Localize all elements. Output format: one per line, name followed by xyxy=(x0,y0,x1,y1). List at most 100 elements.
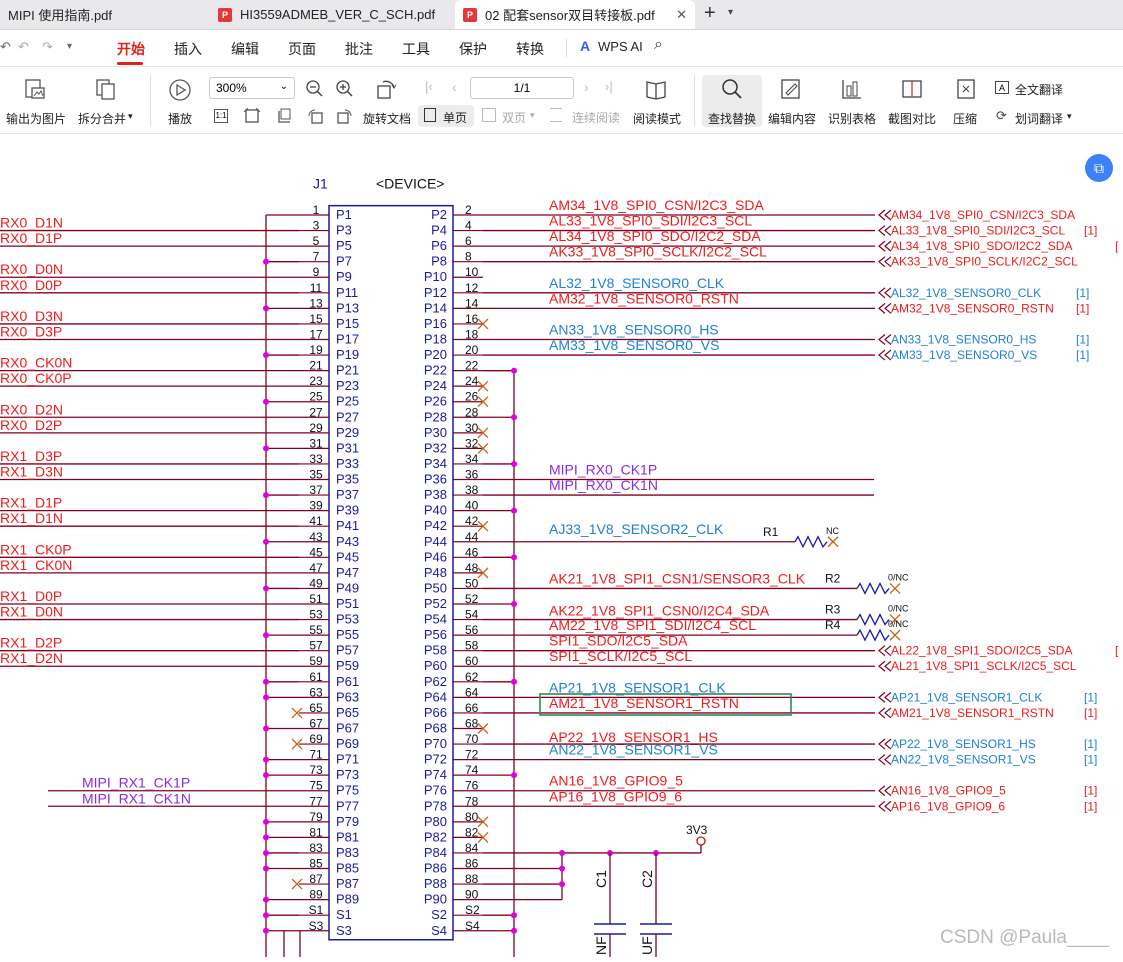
net-label-left: RX1_D0P xyxy=(0,588,62,604)
menu-edit[interactable]: 编辑 xyxy=(231,39,259,59)
pin-name-right: P76 xyxy=(424,783,447,798)
close-icon[interactable]: ✕ xyxy=(676,7,687,23)
single-page-button[interactable]: 单页 xyxy=(443,109,467,126)
pin-name-right: P38 xyxy=(424,487,447,502)
undo-icon[interactable]: ↶ xyxy=(0,39,11,55)
full-translate-button[interactable]: 全文翻译 xyxy=(1015,81,1063,98)
pin-name-right: P42 xyxy=(424,518,447,533)
tab-mipi-guide[interactable]: MIPI 使用指南.pdf xyxy=(0,0,205,29)
pin-number-right: 64 xyxy=(465,685,479,699)
chevron-down-icon[interactable]: ▾ xyxy=(128,111,133,122)
menu-tools[interactable]: 工具 xyxy=(402,39,430,59)
pin-name-left: P35 xyxy=(336,472,359,487)
pin-number-left: 51 xyxy=(309,592,323,606)
float-tool-icon[interactable]: ⧉ xyxy=(1085,154,1113,182)
pdf-icon: P xyxy=(463,7,477,22)
menu-convert[interactable]: 转换 xyxy=(516,39,544,59)
play-icon[interactable] xyxy=(168,78,192,102)
actual-size-icon[interactable]: 1:1 xyxy=(214,109,228,123)
menu-start[interactable]: 开始 xyxy=(117,39,145,59)
recognize-table-icon[interactable] xyxy=(841,78,863,100)
offpage-connector-icon xyxy=(878,707,892,719)
zoom-in-icon[interactable] xyxy=(335,79,353,97)
screenshot-compare-button[interactable]: 截图对比 xyxy=(888,110,936,127)
export-image-icon[interactable] xyxy=(24,78,46,100)
export-image-button[interactable]: 输出为图片 xyxy=(6,110,66,127)
find-icon[interactable] xyxy=(721,78,743,100)
tab-sensor-board[interactable]: P 02 配套sensor双目转接板.pdf ✕ xyxy=(455,0,695,29)
menu-wps-ai[interactable]: WPS AI xyxy=(598,39,643,54)
chevron-down-icon[interactable]: ▾ xyxy=(67,41,72,52)
word-translate-button[interactable]: 划词翻译 xyxy=(1015,110,1063,127)
rotate-right-icon[interactable] xyxy=(337,108,353,124)
undo-disabled-icon[interactable]: ↶ xyxy=(18,39,29,55)
new-tab-icon[interactable]: + xyxy=(704,2,716,25)
zoom-select[interactable]: 300% ⌄ xyxy=(209,77,295,99)
pin-name-right: P70 xyxy=(424,736,447,751)
pin-number-left: 47 xyxy=(309,561,323,575)
junction-dot xyxy=(263,725,269,732)
junction-dot xyxy=(263,756,269,763)
find-replace-button[interactable]: 查找替换 xyxy=(708,110,756,127)
menu-page[interactable]: 页面 xyxy=(288,39,316,59)
play-button[interactable]: 播放 xyxy=(168,110,192,127)
pin-number-right: 50 xyxy=(465,576,479,590)
pin-name-right: P84 xyxy=(424,845,447,860)
power-port-icon xyxy=(696,836,706,846)
search-icon[interactable]: ⌕ xyxy=(654,36,663,54)
page-number-input[interactable]: 1/1 xyxy=(470,77,574,99)
pin-number-left: 13 xyxy=(309,296,323,310)
rotate-button[interactable]: 旋转文档 xyxy=(363,110,411,127)
screenshot-compare-icon[interactable] xyxy=(901,78,923,100)
pin-number-right: 70 xyxy=(465,732,479,746)
pin-name-right: P20 xyxy=(424,347,447,362)
compress-icon[interactable] xyxy=(955,78,977,100)
recognize-table-button[interactable]: 识别表格 xyxy=(828,110,876,127)
edit-content-icon[interactable] xyxy=(780,78,802,100)
rotate-icon[interactable] xyxy=(375,78,397,100)
fit-width-icon[interactable] xyxy=(276,108,292,124)
pin-number-left: 33 xyxy=(309,452,323,466)
junction-dot xyxy=(263,772,269,779)
compress-button[interactable]: 压缩 xyxy=(953,110,977,127)
tab-hi3559-sch[interactable]: P HI3559ADMEB_VER_C_SCH.pdf xyxy=(210,0,450,29)
menu-protect[interactable]: 保护 xyxy=(459,39,487,59)
offpage-label: AN22_1V8_SENSOR1_VS xyxy=(891,753,1036,767)
pin-name-right: P80 xyxy=(424,814,447,829)
pin-number-left: 19 xyxy=(309,343,323,357)
edit-content-button[interactable]: 编辑内容 xyxy=(768,110,816,127)
pin-name-left: P23 xyxy=(336,378,359,393)
pin-name-right: P60 xyxy=(424,658,447,673)
double-page-button[interactable]: 双页 xyxy=(502,109,526,126)
zoom-out-icon[interactable] xyxy=(305,79,323,97)
read-mode-button[interactable]: 阅读模式 xyxy=(633,110,681,127)
redo-icon[interactable]: ↷ xyxy=(42,39,53,55)
first-page-icon[interactable]: |‹ xyxy=(425,79,433,94)
resistor-symbol xyxy=(856,581,890,595)
pin-number-right: 14 xyxy=(465,296,479,310)
split-merge-button[interactable]: 拆分合并 xyxy=(78,110,126,127)
junction-dot xyxy=(511,367,517,374)
offpage-connector-icon xyxy=(878,645,892,657)
resistor-value: 0/NC xyxy=(888,619,909,629)
pin-number-left: 77 xyxy=(309,794,323,808)
next-page-icon[interactable]: › xyxy=(584,79,589,95)
pin-name-left: P25 xyxy=(336,394,359,409)
junction-dot xyxy=(263,585,269,592)
chevron-down-icon[interactable]: ▾ xyxy=(728,7,733,18)
prev-page-icon[interactable]: ‹ xyxy=(452,79,457,95)
split-merge-icon[interactable] xyxy=(95,78,117,100)
read-mode-icon[interactable] xyxy=(645,78,667,100)
junction-dot xyxy=(511,772,517,779)
last-page-icon[interactable]: ›| xyxy=(605,79,613,94)
offpage-label: AM21_1V8_SENSOR1_RSTN xyxy=(891,706,1054,720)
divider xyxy=(694,75,695,127)
tab-label: 02 配套sensor双目转接板.pdf xyxy=(485,8,655,23)
chevron-down-icon[interactable]: ▾ xyxy=(1067,111,1072,122)
fit-page-icon[interactable] xyxy=(244,108,260,124)
continuous-read-button[interactable]: 连续阅读 xyxy=(572,109,620,126)
net-label-left: RX0_D0P xyxy=(0,277,62,293)
menu-insert[interactable]: 插入 xyxy=(174,39,202,59)
rotate-left-icon[interactable] xyxy=(307,108,323,124)
menu-annotate[interactable]: 批注 xyxy=(345,39,373,59)
